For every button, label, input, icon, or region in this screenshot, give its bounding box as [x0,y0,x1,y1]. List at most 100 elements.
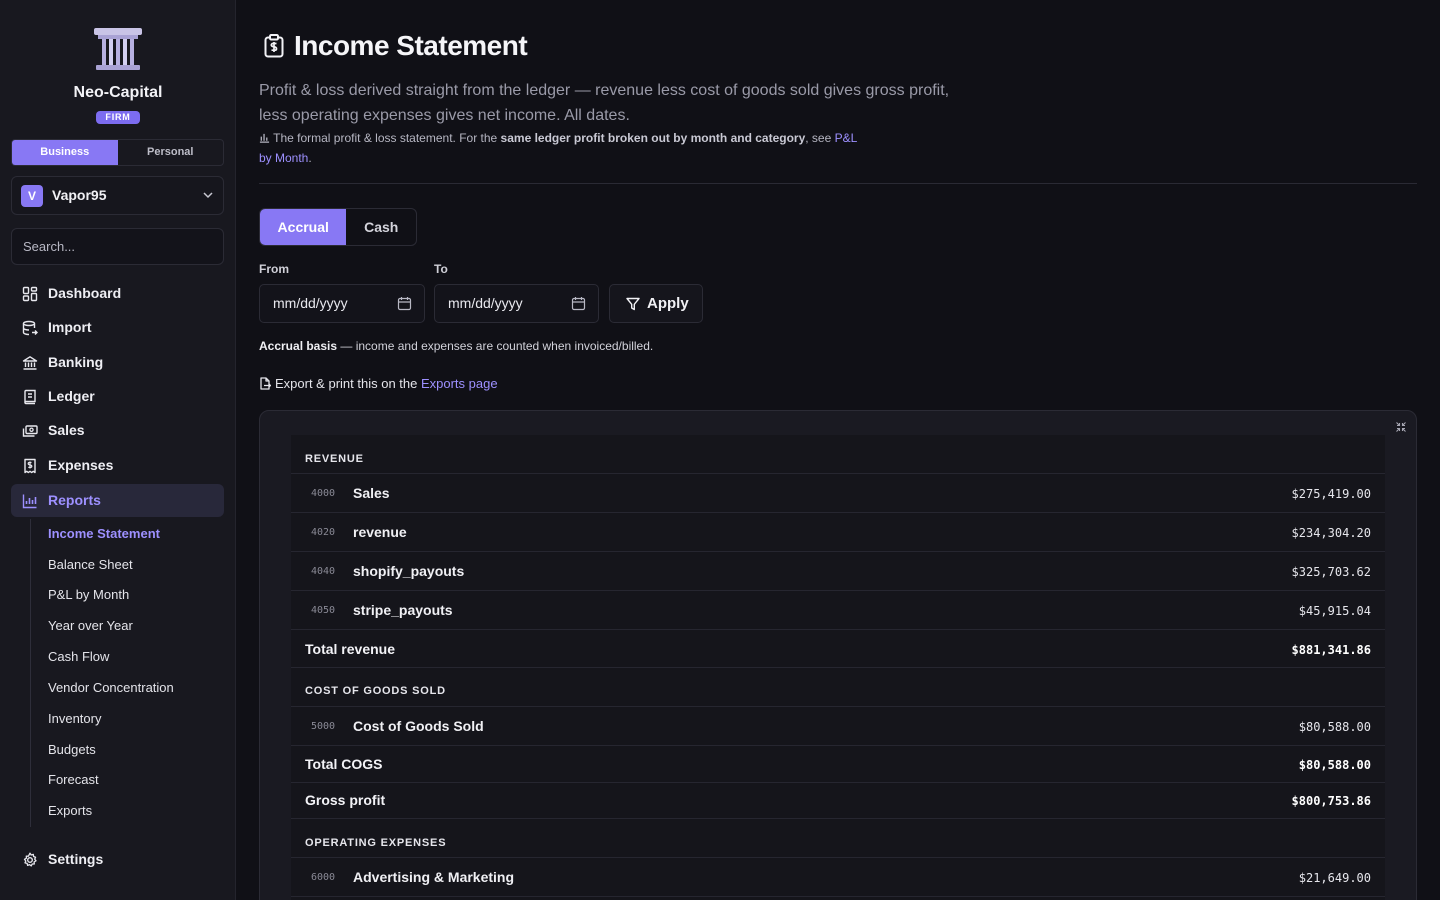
divider [259,183,1417,184]
total-label: Total revenue [305,641,395,657]
calendar-icon[interactable] [397,296,412,311]
sub-item-vendor-concentration[interactable]: Vendor Concentration [48,680,174,695]
account-selector[interactable]: V Vapor95 [11,176,224,215]
sub-item-forecast[interactable]: Forecast [48,772,99,787]
from-date-input[interactable]: mm/dd/yyyy [259,284,425,323]
filter-icon [626,297,640,311]
to-label: To [434,262,448,276]
account-amount: $45,915.04 [1298,604,1371,618]
collapse-icon[interactable] [1395,421,1407,433]
nav-label-banking: Banking [48,354,104,370]
sub-item-budgets[interactable]: Budgets [48,742,96,757]
total-row-cogs: Total COGS $80,588.00 [291,746,1385,783]
chart-icon [259,133,270,143]
search-input[interactable] [11,228,224,265]
gross-profit-amount: $800,753.86 [1291,794,1371,808]
book-icon [24,389,36,405]
nav-item-dashboard[interactable]: Dashboard [11,277,224,310]
basis-note-bold: Accrual basis [259,339,338,353]
account-name: Vapor95 [52,187,107,203]
sub-item-inventory[interactable]: Inventory [48,711,101,726]
section-label: COST OF GOODS SOLD [305,685,446,697]
page-note-end: . [308,151,312,165]
account-name: Cost of Goods Sold [353,718,484,734]
column-logo-icon [94,28,142,70]
org-name: Neo-Capital [73,84,163,101]
mode-toggle: Business Personal [11,139,224,166]
nav-label-reports: Reports [48,492,101,508]
nav-item-expenses[interactable]: Expenses [11,449,224,482]
total-amount: $881,341.86 [1291,643,1371,657]
nav-item-banking[interactable]: Banking [11,346,224,379]
nav-item-sales[interactable]: Sales [11,414,224,447]
sidebar: Neo-Capital FIRM Business Personal V Vap… [0,0,236,900]
account-avatar: V [21,185,43,207]
sub-item-cash-flow[interactable]: Cash Flow [48,649,109,664]
nav-item-reports[interactable]: Reports [11,484,224,517]
receipt-icon [24,458,36,474]
income-statement-card: REVENUE 4000 Sales $275,419.00 4020 reve… [259,410,1417,900]
gross-profit-row: Gross profit $800,753.86 [291,783,1385,819]
nav-item-ledger[interactable]: Ledger [11,380,224,413]
statement-table: REVENUE 4000 Sales $275,419.00 4020 reve… [291,435,1385,900]
chevron-down-icon [203,192,213,199]
sub-item-exports[interactable]: Exports [48,803,92,818]
total-amount: $80,588.00 [1298,758,1371,772]
to-date-input[interactable]: mm/dd/yyyy [434,284,599,323]
account-code: 5000 [311,721,336,732]
table-row: 5000 Cost of Goods Sold $80,588.00 [291,707,1385,746]
page-title: Income Statement [294,30,528,61]
apply-label: Apply [647,295,689,312]
total-row-revenue: Total revenue $881,341.86 [291,630,1385,668]
section-label: OPERATING EXPENSES [305,837,447,849]
account-name: stripe_payouts [353,602,453,618]
basis-toggle: Accrual Cash [259,208,417,246]
apply-button[interactable]: Apply [609,284,703,323]
nav-label-sales: Sales [48,422,85,438]
document-export-icon [260,377,271,390]
account-name: Sales [353,485,390,501]
gear-icon [23,852,37,867]
account-amount: $275,419.00 [1291,487,1371,501]
table-row: 4020 revenue $234,304.20 [291,513,1385,552]
table-row: 4050 stripe_payouts $45,915.04 [291,591,1385,630]
account-code: 4000 [311,488,336,499]
calendar-icon[interactable] [571,296,586,311]
accrual-button[interactable]: Accrual [260,209,347,245]
database-import-icon [22,320,38,336]
nav-label-import: Import [48,319,92,335]
sub-item-pl-by-month[interactable]: P&L by Month [48,587,129,602]
account-name: revenue [353,524,407,540]
export-text: Export & print this on the [275,376,421,391]
cash-button[interactable]: Cash [346,209,416,245]
sub-item-balance-sheet[interactable]: Balance Sheet [48,557,133,572]
account-code: 4040 [311,566,336,577]
total-label: Total COGS [305,756,383,772]
page-note-bold: same ledger profit broken out by month a… [500,131,806,145]
cash-stack-icon [22,425,38,437]
section-header-cogs: COST OF GOODS SOLD [291,668,1385,707]
page-note-prefix: The formal profit & loss statement. For … [273,131,501,145]
section-header-opex: OPERATING EXPENSES [291,819,1385,858]
account-amount: $234,304.20 [1291,526,1371,540]
account-code: 4020 [311,527,336,538]
basis-note: Accrual basis — income and expenses are … [259,339,653,353]
account-name: Advertising & Marketing [353,869,515,885]
receipt-icon [264,34,284,58]
page-note: The formal profit & loss statement. For … [259,128,859,168]
nav-label-expenses: Expenses [48,457,114,473]
exports-page-link[interactable]: Exports page [421,376,498,391]
sub-item-income-statement[interactable]: Income Statement [48,526,160,541]
to-date-value: mm/dd/yyyy [448,295,523,311]
section-label: REVENUE [305,453,364,465]
table-row: 6000 Advertising & Marketing $21,649.00 [291,858,1385,897]
nav-item-import[interactable]: Import [11,311,224,344]
account-code: 6000 [311,872,336,883]
submenu-rail [30,519,31,827]
sub-item-year-over-year[interactable]: Year over Year [48,618,133,633]
business-mode-button[interactable]: Business [12,140,118,165]
page-note-mid: , see [805,131,835,145]
nav-item-settings[interactable]: Settings [11,843,224,876]
personal-mode-button[interactable]: Personal [118,140,224,165]
account-code: 4050 [311,605,336,616]
